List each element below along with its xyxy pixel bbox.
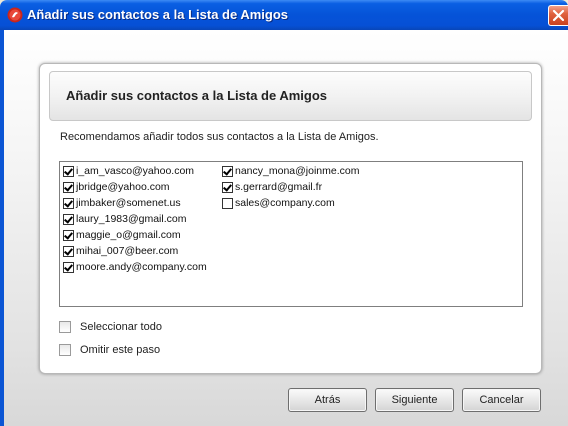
contact-email: nancy_mona@joinme.com [235, 165, 360, 178]
app-logo-icon [7, 7, 23, 23]
contact-email: jimbaker@somenet.us [76, 197, 181, 210]
close-icon [552, 9, 565, 22]
contact-item[interactable]: sales@company.com [222, 197, 335, 212]
contact-email: moore.andy@company.com [76, 261, 207, 274]
contact-email: laury_1983@gmail.com [76, 213, 187, 226]
recommendation-text: Recomendamos añadir todos sus contactos … [60, 131, 379, 143]
contact-email: maggie_o@gmail.com [76, 229, 181, 242]
contact-item[interactable]: laury_1983@gmail.com [63, 213, 186, 228]
contact-checkbox[interactable] [63, 245, 74, 257]
contact-checkbox[interactable] [63, 181, 74, 193]
contact-checkbox[interactable] [63, 165, 74, 177]
contact-checkbox[interactable] [222, 165, 233, 177]
select-all-option[interactable]: Seleccionar todo [59, 321, 162, 335]
cancel-button[interactable]: Cancelar [462, 388, 541, 412]
skip-step-label: Omitir este paso [80, 344, 161, 357]
contact-list[interactable]: i_am_vasco@yahoo.com jbridge@yahoo.com j… [59, 161, 523, 307]
contact-email: mihai_007@beer.com [76, 245, 179, 258]
contact-checkbox[interactable] [63, 197, 74, 209]
select-all-checkbox[interactable] [59, 321, 71, 334]
contact-checkbox[interactable] [63, 261, 74, 273]
panel-title: Añadir sus contactos a la Lista de Amigo… [66, 88, 328, 103]
contact-email: sales@company.com [235, 197, 335, 210]
contact-email: i_am_vasco@yahoo.com [76, 165, 195, 178]
contact-item[interactable]: nancy_mona@joinme.com [222, 165, 359, 180]
window-title: Añadir sus contactos a la Lista de Amigo… [27, 7, 289, 22]
contact-item[interactable]: mihai_007@beer.com [63, 245, 178, 260]
contact-checkbox[interactable] [63, 213, 74, 225]
contact-item[interactable]: jimbaker@somenet.us [63, 197, 181, 212]
panel-header: Añadir sus contactos a la Lista de Amigo… [49, 71, 532, 121]
close-button[interactable] [548, 5, 568, 26]
contact-checkbox[interactable] [222, 197, 233, 209]
contact-checkbox[interactable] [222, 181, 233, 193]
contact-item[interactable]: jbridge@yahoo.com [63, 181, 170, 196]
back-button[interactable]: Atrás [288, 388, 367, 412]
select-all-label: Seleccionar todo [80, 321, 162, 334]
contact-item[interactable]: maggie_o@gmail.com [63, 229, 181, 244]
window-titlebar: Añadir sus contactos a la Lista de Amigo… [0, 0, 568, 30]
contact-email: jbridge@yahoo.com [76, 181, 170, 194]
next-button[interactable]: Siguiente [375, 388, 454, 412]
contact-checkbox[interactable] [63, 229, 74, 241]
contact-email: s.gerrard@gmail.fr [235, 181, 323, 194]
content-panel: Añadir sus contactos a la Lista de Amigo… [39, 63, 542, 374]
contact-item[interactable]: i_am_vasco@yahoo.com [63, 165, 194, 180]
contact-item[interactable]: moore.andy@company.com [63, 261, 207, 276]
skip-step-option[interactable]: Omitir este paso [59, 344, 160, 358]
skip-step-checkbox[interactable] [59, 344, 71, 357]
contact-item[interactable]: s.gerrard@gmail.fr [222, 181, 322, 196]
